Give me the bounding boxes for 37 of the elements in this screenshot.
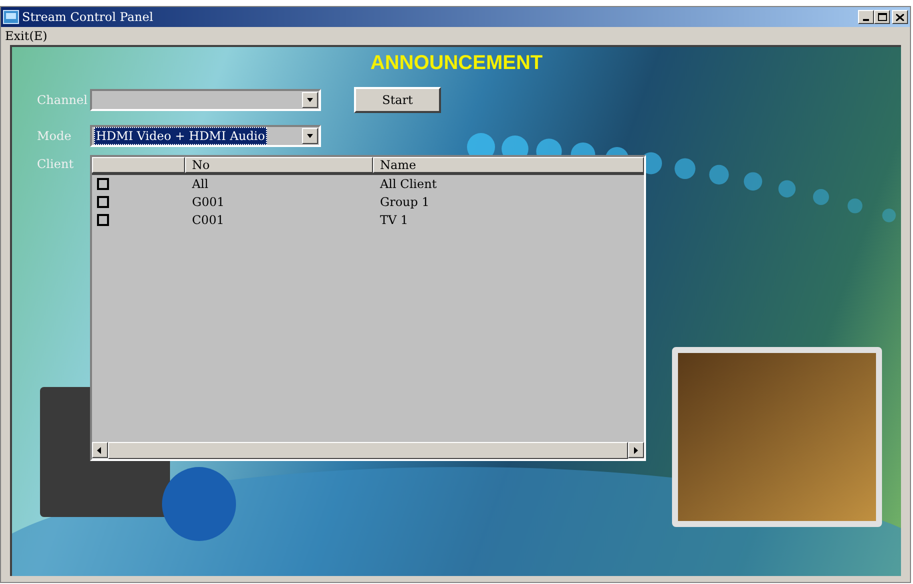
dropdown-field[interactable]: HDMI Video + HDMI Audio — [90, 125, 321, 147]
caret-icon — [306, 132, 314, 140]
row-checkbox[interactable] — [97, 214, 109, 226]
dropdown-button[interactable] — [302, 128, 318, 144]
table-cell-text: All Client — [379, 176, 438, 193]
minimize-icon — [863, 19, 869, 21]
close-icon — [896, 14, 904, 20]
field-label: Mode — [36, 128, 72, 145]
row-checkbox[interactable] — [97, 196, 109, 208]
app-icon — [3, 10, 19, 24]
minimize-button[interactable] — [858, 10, 874, 24]
caret-icon — [306, 96, 314, 104]
field-label: Client — [36, 156, 75, 173]
maximize-icon — [878, 13, 886, 21]
table-cell-text: G001 — [191, 194, 226, 211]
table-cell-text: TV 1 — [379, 212, 410, 229]
scroll-left-button[interactable] — [92, 442, 108, 458]
close-button[interactable] — [892, 10, 908, 24]
table-cell-text: C001 — [191, 212, 226, 229]
row-checkbox[interactable] — [97, 178, 109, 190]
table-cell-text: All — [191, 176, 210, 193]
table-cell-text: Group 1 — [379, 194, 430, 211]
dropdown-value: HDMI Video + HDMI Audio — [94, 127, 267, 145]
right-arrow-icon — [632, 446, 640, 454]
scroll-right-button[interactable] — [628, 442, 644, 458]
left-arrow-icon — [96, 446, 104, 454]
page-heading: ANNOUNCEMENT — [370, 51, 543, 75]
menu-item[interactable]: Exit(E) — [3, 27, 50, 45]
start-button[interactable]: Start — [354, 87, 441, 113]
maximize-button[interactable] — [874, 10, 890, 24]
dropdown-field[interactable] — [90, 89, 321, 111]
field-label: Channel — [36, 92, 88, 109]
column-header[interactable]: Name — [373, 157, 644, 173]
column-header[interactable] — [92, 157, 185, 173]
dropdown-button[interactable] — [302, 92, 318, 108]
column-header[interactable]: No — [185, 157, 373, 173]
window-title: Stream Control Panel — [22, 9, 154, 26]
